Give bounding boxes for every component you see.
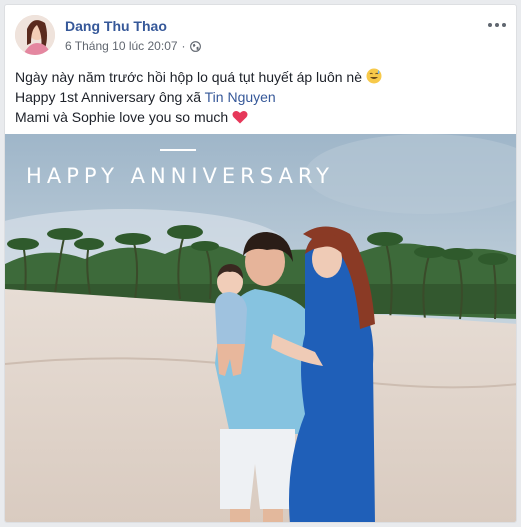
post-line-3: Mami và Sophie love you so much [15, 107, 505, 127]
author-name[interactable]: Dang Thu Thao [65, 18, 167, 34]
red-heart-icon [232, 110, 248, 124]
photo-overlay-title: HAPPY ANNIVERSARY [26, 164, 334, 188]
avatar[interactable] [15, 15, 55, 55]
title-accent-bar [160, 149, 196, 151]
post-text: Ngày này năm trước hồi hộp lo quá tụt hu… [15, 67, 505, 127]
post-line-1: Ngày này năm trước hồi hộp lo quá tụt hu… [15, 67, 505, 87]
post-header: Dang Thu Thao 6 Tháng 10 lúc 20:07 · [15, 15, 508, 59]
post-line-2-text: Happy 1st Anniversary ông xã [15, 89, 201, 105]
ellipsis-icon[interactable] [486, 17, 508, 33]
post-photo[interactable]: HAPPY ANNIVERSARY [5, 134, 516, 522]
post-card: Dang Thu Thao 6 Tháng 10 lúc 20:07 · Ngà… [4, 4, 517, 523]
post-line-1-text: Ngày này năm trước hồi hộp lo quá tụt hu… [15, 69, 362, 85]
globe-icon[interactable] [189, 40, 201, 52]
tagged-user-link[interactable]: Tin Nguyen [205, 89, 276, 105]
timestamp[interactable]: 6 Tháng 10 lúc 20:07 [65, 39, 178, 53]
grinning-sweat-emoji-icon [366, 68, 382, 84]
post-meta: 6 Tháng 10 lúc 20:07 · [65, 39, 201, 53]
post-line-3-text: Mami và Sophie love you so much [15, 109, 229, 125]
post-line-2: Happy 1st Anniversary ông xã Tin Nguyen [15, 87, 505, 107]
